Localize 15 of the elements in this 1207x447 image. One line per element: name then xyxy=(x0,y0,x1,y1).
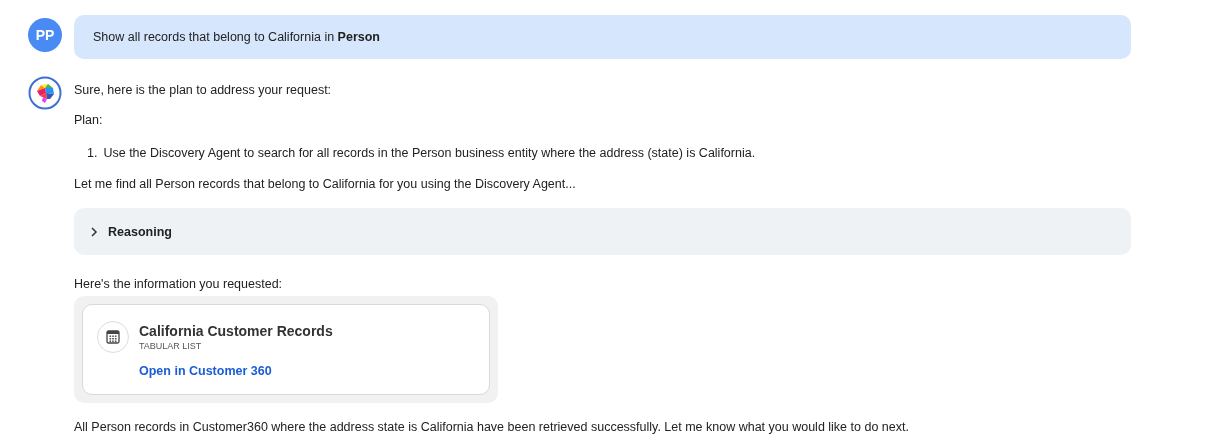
followup-text: Let me find all Person records that belong to California for you using the Discovery Agent... xyxy=(74,176,577,192)
reasoning-toggle[interactable]: Reasoning xyxy=(74,208,1131,255)
intro-text: Sure, here is the plan to address your request: xyxy=(74,82,333,98)
user-message: Show all records that belong to California in Person xyxy=(74,15,1131,59)
card-title: California Customer Records xyxy=(139,323,333,339)
step-number: 1. xyxy=(87,145,98,161)
user-avatar: PP xyxy=(28,18,62,52)
open-link[interactable]: Open in Customer 360 xyxy=(139,364,272,378)
result-intro: Here's the information you requested: xyxy=(74,276,284,292)
chevron-icon xyxy=(90,226,98,237)
card-subtitle: TABULAR LIST xyxy=(139,341,202,351)
step-text: Use the Discovery Agent to search for all records in the Person business entity where the address (state) is California. xyxy=(103,145,756,161)
brain-avatar-icon xyxy=(28,76,62,110)
plan-label: Plan: xyxy=(74,112,104,128)
closing-text: All Person records in Customer360 where the address state is California have been retrieved successfully. Let me know what you would like to do next. xyxy=(74,419,910,435)
